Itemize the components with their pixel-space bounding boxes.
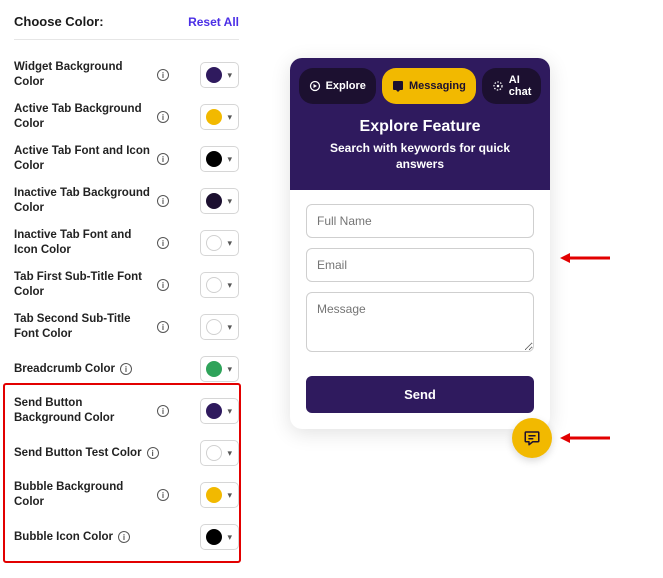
widget-preview: Explore Messaging AI chat Explore Feature … [290, 58, 550, 429]
color-swatch [206, 361, 222, 377]
send-button[interactable]: Send [306, 376, 534, 413]
chevron-down-icon: ▾ [225, 112, 234, 123]
tab-label: Messaging [409, 80, 466, 92]
color-picker[interactable]: ▾ [200, 440, 239, 466]
chevron-down-icon: ▾ [225, 490, 234, 501]
tab-label: Explore [326, 80, 366, 92]
info-icon[interactable]: i [157, 237, 169, 249]
messaging-icon [392, 80, 404, 92]
color-row: Inactive Tab Font and Icon Color i ▾ [14, 222, 239, 264]
color-picker[interactable]: ▾ [200, 356, 239, 382]
email-input[interactable] [306, 248, 534, 282]
color-row-label: Send Button Test Color [14, 446, 142, 461]
color-row-label: Breadcrumb Color [14, 362, 115, 377]
color-picker[interactable]: ▾ [200, 146, 239, 172]
color-row: Inactive Tab Background Color i ▾ [14, 180, 239, 222]
tabs-bar: Explore Messaging AI chat [290, 58, 550, 104]
color-picker[interactable]: ▾ [200, 62, 239, 88]
color-row-label: Widget Background Color [14, 60, 152, 90]
explore-icon [309, 80, 321, 92]
color-swatch [206, 109, 222, 125]
color-row: Tab First Sub-Title Font Color i ▾ [14, 264, 239, 306]
color-row-label: Active Tab Font and Icon Color [14, 144, 152, 174]
info-icon[interactable]: i [157, 153, 169, 165]
color-swatch [206, 529, 222, 545]
info-icon[interactable]: i [157, 279, 169, 291]
color-row: Bubble Background Color i ▾ [14, 474, 239, 516]
hero-subtitle: Search with keywords for quick answers [306, 140, 534, 172]
color-swatch [206, 193, 222, 209]
name-input[interactable] [306, 204, 534, 238]
color-swatch [206, 319, 222, 335]
color-row-label: Tab First Sub-Title Font Color [14, 270, 152, 300]
color-picker[interactable]: ▾ [200, 104, 239, 130]
color-row-label: Inactive Tab Font and Icon Color [14, 228, 152, 258]
info-icon[interactable]: i [118, 531, 130, 543]
color-picker[interactable]: ▾ [200, 482, 239, 508]
info-icon[interactable]: i [157, 489, 169, 501]
chevron-down-icon: ▾ [225, 364, 234, 375]
color-row: Send Button Background Color i ▾ [14, 390, 239, 432]
chevron-down-icon: ▾ [225, 154, 234, 165]
color-swatch [206, 445, 222, 461]
color-row-label: Inactive Tab Background Color [14, 186, 152, 216]
color-swatch [206, 67, 222, 83]
color-swatch [206, 277, 222, 293]
color-row-label: Send Button Background Color [14, 396, 152, 426]
info-icon[interactable]: i [157, 111, 169, 123]
color-row: Breadcrumb Color i ▾ [14, 348, 239, 390]
color-row: Bubble Icon Color i ▾ [14, 516, 239, 558]
color-swatch [206, 151, 222, 167]
arrow-annotation [560, 430, 610, 446]
color-row: Active Tab Background Color i ▾ [14, 96, 239, 138]
widget-hero: Explore Feature Search with keywords for… [290, 104, 550, 190]
chevron-down-icon: ▾ [225, 70, 234, 81]
color-swatch [206, 487, 222, 503]
arrow-annotation [560, 250, 610, 266]
color-swatch [206, 235, 222, 251]
info-icon[interactable]: i [120, 363, 132, 375]
color-picker[interactable]: ▾ [200, 272, 239, 298]
color-row-label: Active Tab Background Color [14, 102, 152, 132]
color-row-label: Bubble Icon Color [14, 530, 113, 545]
info-icon[interactable]: i [157, 321, 169, 333]
color-picker[interactable]: ▾ [200, 524, 239, 550]
tab-explore[interactable]: Explore [299, 68, 376, 104]
tab-label: AI chat [509, 74, 532, 98]
color-picker[interactable]: ▾ [200, 188, 239, 214]
chevron-down-icon: ▾ [225, 322, 234, 333]
chevron-down-icon: ▾ [225, 280, 234, 291]
info-icon[interactable]: i [147, 447, 159, 459]
info-icon[interactable]: i [157, 195, 169, 207]
color-row-label: Bubble Background Color [14, 480, 152, 510]
tab-messaging[interactable]: Messaging [382, 68, 476, 104]
chevron-down-icon: ▾ [225, 196, 234, 207]
color-picker[interactable]: ▾ [200, 398, 239, 424]
color-picker[interactable]: ▾ [200, 314, 239, 340]
chat-bubble-button[interactable] [512, 418, 552, 458]
tab-ai-chat[interactable]: AI chat [482, 68, 542, 104]
choose-color-heading: Choose Color: [14, 14, 104, 29]
info-icon[interactable]: i [157, 69, 169, 81]
color-row-label: Tab Second Sub-Title Font Color [14, 312, 152, 342]
color-row: Active Tab Font and Icon Color i ▾ [14, 138, 239, 180]
chevron-down-icon: ▾ [225, 238, 234, 249]
color-row: Tab Second Sub-Title Font Color i ▾ [14, 306, 239, 348]
color-row: Widget Background Color i ▾ [14, 54, 239, 96]
chat-icon [523, 429, 541, 447]
chevron-down-icon: ▾ [225, 406, 234, 417]
color-row: Send Button Test Color i ▾ [14, 432, 239, 474]
ai-chat-icon [492, 80, 504, 92]
color-picker[interactable]: ▾ [200, 230, 239, 256]
reset-all-link[interactable]: Reset All [188, 15, 239, 29]
chevron-down-icon: ▾ [225, 532, 234, 543]
hero-title: Explore Feature [306, 118, 534, 136]
info-icon[interactable]: i [157, 405, 169, 417]
chevron-down-icon: ▾ [225, 448, 234, 459]
message-textarea[interactable] [306, 292, 534, 352]
color-swatch [206, 403, 222, 419]
